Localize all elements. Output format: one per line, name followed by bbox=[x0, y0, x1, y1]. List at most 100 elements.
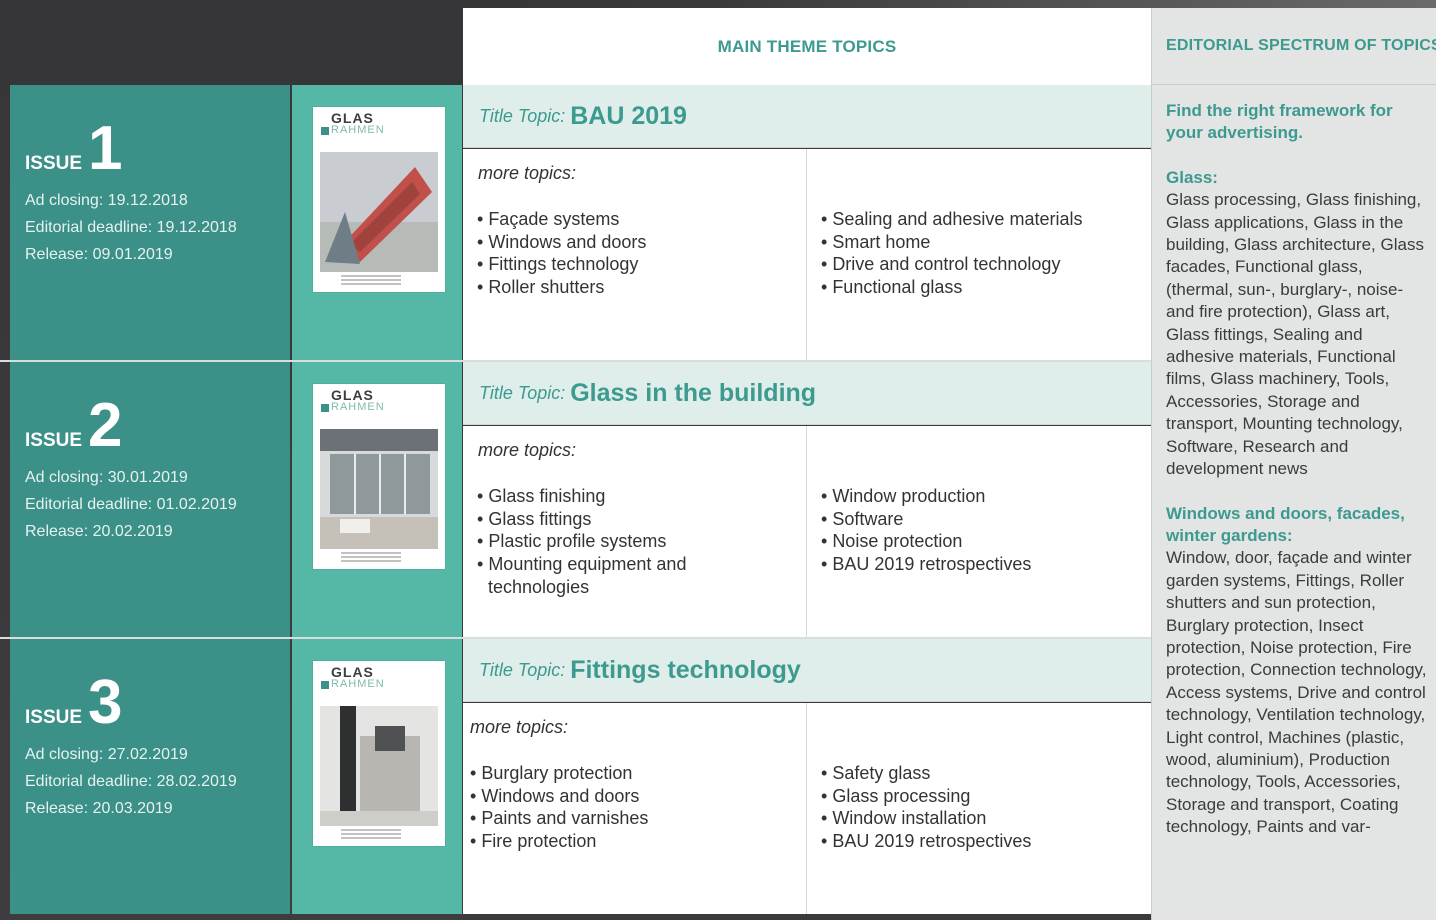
spectrum-text-glass: Glass processing, Glass finishing, Glass… bbox=[1166, 190, 1424, 479]
list-item: Burglary protection bbox=[470, 762, 790, 785]
cover-panel-2: GLAS RAHMEN bbox=[292, 362, 462, 637]
topics-list-left-1: Façade systems Windows and doors Fitting… bbox=[477, 208, 797, 299]
cover-panel-1: GLAS RAHMEN bbox=[292, 85, 462, 360]
title-topic-band-1: Title Topic: BAU 2019 bbox=[463, 85, 1151, 148]
logo-square-icon bbox=[321, 127, 329, 135]
editorial-spectrum-heading: EDITORIAL SPECTRUM OF TOPICS bbox=[1166, 37, 1436, 54]
issue-label-3: ISSUE 3 bbox=[25, 668, 123, 737]
topics-panel-2: more topics: Glass finishing Glass fitti… bbox=[463, 426, 1151, 637]
issue-number: 1 bbox=[88, 114, 123, 183]
release-date: Release: 20.02.2019 bbox=[25, 523, 173, 540]
list-item: Paints and varnishes bbox=[470, 807, 790, 830]
title-topic-band-3: Title Topic: Fittings technology bbox=[463, 639, 1151, 702]
list-item: Software bbox=[821, 508, 1141, 531]
issue-word: ISSUE bbox=[25, 153, 83, 174]
list-item: Glass fittings bbox=[477, 508, 687, 531]
logo-square-icon bbox=[321, 681, 329, 689]
list-item: Façade systems bbox=[477, 208, 797, 231]
topics-list-right-3: Safety glass Glass processing Window ins… bbox=[821, 762, 1141, 853]
list-item: Drive and control technology bbox=[821, 253, 1141, 276]
issue-row-3: ISSUE 3 Ad closing: 27.02.2019 Editorial… bbox=[0, 639, 1151, 916]
issue-label-1: ISSUE 1 bbox=[25, 114, 123, 183]
issue-panel-1: ISSUE 1 Ad closing: 19.12.2018 Editorial… bbox=[10, 85, 290, 360]
spectrum-lead: Find the right framework for your advert… bbox=[1166, 101, 1393, 143]
issue-number: 2 bbox=[88, 391, 123, 460]
more-topics-label: more topics: bbox=[478, 163, 577, 183]
title-topic-prefix: Title Topic: bbox=[479, 659, 566, 680]
topics-list-left-2: Glass finishing Glass fittings Plastic p… bbox=[477, 485, 687, 599]
list-item: Functional glass bbox=[821, 276, 1141, 299]
cover-logo-bottom: RAHMEN bbox=[331, 678, 385, 690]
issue-number: 3 bbox=[88, 668, 123, 737]
list-item: Safety glass bbox=[821, 762, 1141, 785]
title-topic-band-2: Title Topic: Glass in the building bbox=[463, 362, 1151, 425]
title-topic-prefix: Title Topic: bbox=[479, 105, 566, 126]
topics-list-right-1: Sealing and adhesive materials Smart hom… bbox=[821, 208, 1141, 299]
list-item: Mounting equipment and technologies bbox=[477, 553, 687, 598]
list-item: Window production bbox=[821, 485, 1141, 508]
column-divider bbox=[806, 426, 807, 637]
topics-list-right-2: Window production Software Noise protect… bbox=[821, 485, 1141, 576]
list-item: Plastic profile systems bbox=[477, 530, 687, 553]
title-topic: Glass in the building bbox=[570, 378, 817, 407]
issue-label-2: ISSUE 2 bbox=[25, 391, 123, 460]
issue-dates-1: Ad closing: 19.12.2018 Editorial deadlin… bbox=[25, 187, 237, 268]
more-topics-label: more topics: bbox=[470, 717, 569, 737]
magazine-cover-1: GLAS RAHMEN bbox=[313, 107, 445, 292]
logo-square-icon bbox=[321, 404, 329, 412]
issue-row-1: ISSUE 1 Ad closing: 19.12.2018 Editorial… bbox=[0, 85, 1151, 362]
cover-photo-interior bbox=[320, 429, 438, 549]
cover-photo-facade bbox=[320, 152, 438, 272]
magazine-cover-2: GLAS RAHMEN bbox=[313, 384, 445, 569]
spectrum-heading-glass: Glass: bbox=[1166, 167, 1218, 187]
magazine-cover-3: GLAS RAHMEN bbox=[313, 661, 445, 846]
cover-text-lines bbox=[341, 829, 401, 841]
ad-closing: Ad closing: 19.12.2018 bbox=[25, 192, 188, 209]
main-theme-header: MAIN THEME TOPICS bbox=[463, 8, 1151, 86]
list-item: BAU 2019 retrospectives bbox=[821, 830, 1141, 853]
list-item: Windows and doors bbox=[477, 231, 797, 254]
topics-panel-1: more topics: Façade systems Windows and … bbox=[463, 149, 1151, 360]
cover-logo-bottom: RAHMEN bbox=[331, 401, 385, 413]
editorial-deadline: Editorial deadline: 01.02.2019 bbox=[25, 496, 237, 513]
editorial-deadline: Editorial deadline: 19.12.2018 bbox=[25, 219, 237, 236]
list-item: Window installation bbox=[821, 807, 1141, 830]
title-topic: BAU 2019 bbox=[570, 101, 687, 130]
title-topic: Fittings technology bbox=[570, 655, 801, 684]
editorial-spectrum-body: Find the right framework for your advert… bbox=[1166, 100, 1434, 861]
list-item: Smart home bbox=[821, 231, 1141, 254]
spectrum-text-windows: Window, door, façade and winter garden s… bbox=[1166, 548, 1427, 837]
list-item: BAU 2019 retrospectives bbox=[821, 553, 1141, 576]
ad-closing: Ad closing: 30.01.2019 bbox=[25, 469, 188, 486]
cover-text-lines bbox=[341, 275, 401, 287]
issue-panel-3: ISSUE 3 Ad closing: 27.02.2019 Editorial… bbox=[10, 639, 290, 914]
list-item: Noise protection bbox=[821, 530, 1141, 553]
release-date: Release: 20.03.2019 bbox=[25, 800, 173, 817]
column-divider bbox=[806, 149, 807, 360]
list-item: Fire protection bbox=[470, 830, 790, 853]
release-date: Release: 09.01.2019 bbox=[25, 246, 173, 263]
list-item: Glass processing bbox=[821, 785, 1141, 808]
cover-logo-bottom: RAHMEN bbox=[331, 124, 385, 136]
issue-row-2: ISSUE 2 Ad closing: 30.01.2019 Editorial… bbox=[0, 362, 1151, 639]
issue-dates-3: Ad closing: 27.02.2019 Editorial deadlin… bbox=[25, 741, 237, 822]
ad-closing: Ad closing: 27.02.2019 bbox=[25, 746, 188, 763]
cover-photo-fittings bbox=[320, 706, 438, 826]
list-item: Glass finishing bbox=[477, 485, 687, 508]
title-topic-prefix: Title Topic: bbox=[479, 382, 566, 403]
issue-word: ISSUE bbox=[25, 430, 83, 451]
cover-panel-3: GLAS RAHMEN bbox=[292, 639, 462, 914]
topics-panel-3: more topics: Burglary protection Windows… bbox=[463, 703, 1151, 914]
list-item: Fittings technology bbox=[477, 253, 797, 276]
editorial-deadline: Editorial deadline: 28.02.2019 bbox=[25, 773, 237, 790]
more-topics-label: more topics: bbox=[478, 440, 577, 460]
cover-text-lines bbox=[341, 552, 401, 564]
topics-list-left-3: Burglary protection Windows and doors Pa… bbox=[470, 762, 790, 853]
column-divider bbox=[806, 703, 807, 914]
list-item: Roller shutters bbox=[477, 276, 797, 299]
issue-panel-2: ISSUE 2 Ad closing: 30.01.2019 Editorial… bbox=[10, 362, 290, 637]
list-item: Sealing and adhesive materials bbox=[821, 208, 1141, 231]
main-theme-heading: MAIN THEME TOPICS bbox=[717, 36, 897, 56]
issue-dates-2: Ad closing: 30.01.2019 Editorial deadlin… bbox=[25, 464, 237, 545]
spectrum-heading-windows: Windows and doors, facades, winter garde… bbox=[1166, 503, 1405, 545]
